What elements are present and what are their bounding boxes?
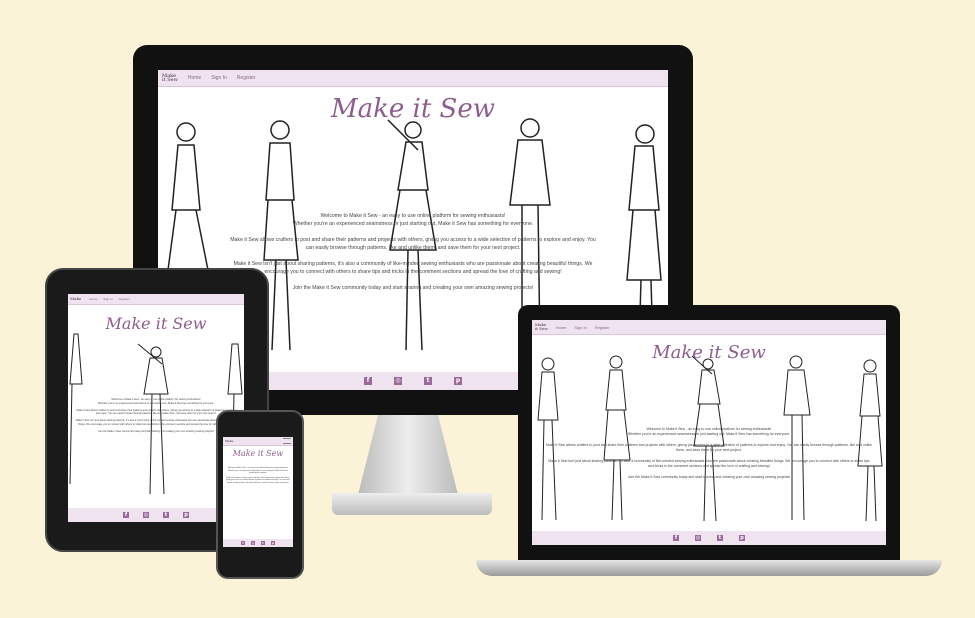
tablet-intro-share: Make it Sew allows crafters to post and …: [76, 408, 236, 416]
facebook-icon[interactable]: f: [364, 377, 372, 385]
nav-home[interactable]: Home: [188, 75, 201, 81]
intro-join: Join the Make it Sew community today and…: [292, 285, 534, 292]
intro-welcome: Welcome to Make it Sew - an easy to use …: [320, 213, 506, 219]
phone-screen: Make Make it Sew Welcome to Make it Sew …: [223, 437, 293, 547]
laptop-facebook-icon[interactable]: f: [673, 535, 679, 541]
laptop-screen: Make it Sew Home Sign In Register Make it…: [532, 320, 886, 545]
laptop-intro: Welcome to Make it Sew - an easy to use …: [546, 427, 872, 480]
tablet-navbar: Make Home Sign In Register: [68, 294, 244, 305]
laptop-twitter-icon[interactable]: t: [717, 535, 723, 541]
phone-facebook-icon[interactable]: f: [241, 541, 245, 545]
intro-community: Make it Sew isn't just about sharing pat…: [233, 261, 593, 276]
laptop-intro-everyone: Whether you're an experienced seamstress…: [627, 432, 791, 437]
navbar: Make it Sew Home Sign In Register: [158, 70, 668, 87]
site-logo[interactable]: Make it Sew: [162, 73, 178, 83]
laptop-title: Make it Sew: [652, 342, 766, 363]
phone-twitter-icon[interactable]: t: [261, 541, 265, 545]
laptop-intro-share: Make it Sew allows crafters to post and …: [546, 442, 873, 453]
tablet-intro: Welcome to Make it Sew - an easy to use …: [74, 398, 238, 433]
nav-sign-in[interactable]: Sign In: [211, 75, 227, 81]
laptop-pinterest-icon[interactable]: p: [739, 535, 745, 541]
intro-share: Make it Sew allows crafters to post and …: [230, 237, 596, 252]
tablet-intro-community: Make it Sew isn't just about sharing pat…: [75, 419, 237, 426]
laptop-logo[interactable]: Make it Sew: [535, 323, 548, 331]
laptop-nav-sign-in[interactable]: Sign In: [574, 325, 586, 330]
phone-intro: Welcome to Make it Sew - an easy to use …: [226, 467, 290, 484]
monitor-stand-base: [332, 493, 492, 515]
laptop-intro-community: Make it Sew isn't just about sharing pat…: [548, 458, 870, 469]
nav-register[interactable]: Register: [237, 75, 256, 81]
phone-navbar: Make: [223, 437, 293, 446]
tablet-nav-sign-in[interactable]: Sign In: [103, 297, 112, 301]
twitter-icon[interactable]: t: [424, 377, 432, 385]
tablet-logo[interactable]: Make: [70, 297, 81, 301]
laptop-instagram-icon[interactable]: ◎: [695, 535, 701, 541]
laptop-keyboard-base: [476, 560, 942, 576]
phone-footer: f ◎ t p: [223, 539, 293, 547]
tablet-title: Make it Sew: [105, 314, 207, 333]
laptop-intro-join: Join the Make it Sew community today and…: [627, 474, 791, 479]
tablet-nav-register[interactable]: Register: [119, 297, 130, 301]
monitor-stand-neck: [358, 415, 458, 495]
tablet-instagram-icon[interactable]: ◎: [143, 512, 149, 518]
tablet-intro-join: Join the Make it Sew community today and…: [97, 429, 215, 433]
tablet-nav-home[interactable]: Home: [89, 297, 97, 301]
pinterest-icon[interactable]: p: [454, 377, 462, 385]
laptop-footer: f ◎ t p: [532, 531, 886, 545]
instagram-icon[interactable]: ◎: [394, 377, 402, 385]
tablet-facebook-icon[interactable]: f: [123, 512, 129, 518]
laptop-navbar: Make it Sew Home Sign In Register: [532, 320, 886, 335]
phone-pinterest-icon[interactable]: p: [271, 541, 275, 545]
page-title: Make it Sew: [330, 94, 495, 124]
tablet-twitter-icon[interactable]: t: [163, 512, 169, 518]
laptop-nav-register[interactable]: Register: [595, 325, 610, 330]
phone-title: Make it Sew: [232, 449, 284, 458]
intro-everyone: Whether you're an experienced seamstress…: [292, 221, 534, 228]
phone-instagram-icon[interactable]: ◎: [251, 541, 255, 545]
phone-logo[interactable]: Make: [225, 439, 233, 443]
phone-intro-share: Make it Sew allows crafters to post and …: [226, 476, 290, 484]
intro-text: Welcome to Make it Sew - an easy to use …: [228, 212, 598, 292]
hamburger-menu-icon[interactable]: [283, 438, 291, 444]
tablet-pinterest-icon[interactable]: p: [183, 512, 189, 518]
laptop-nav-home[interactable]: Home: [556, 325, 567, 330]
phone-intro-everyone: Whether you're an experienced seamstress…: [228, 469, 288, 475]
tablet-intro-everyone: Whether you're an experienced seamstress…: [98, 401, 214, 405]
